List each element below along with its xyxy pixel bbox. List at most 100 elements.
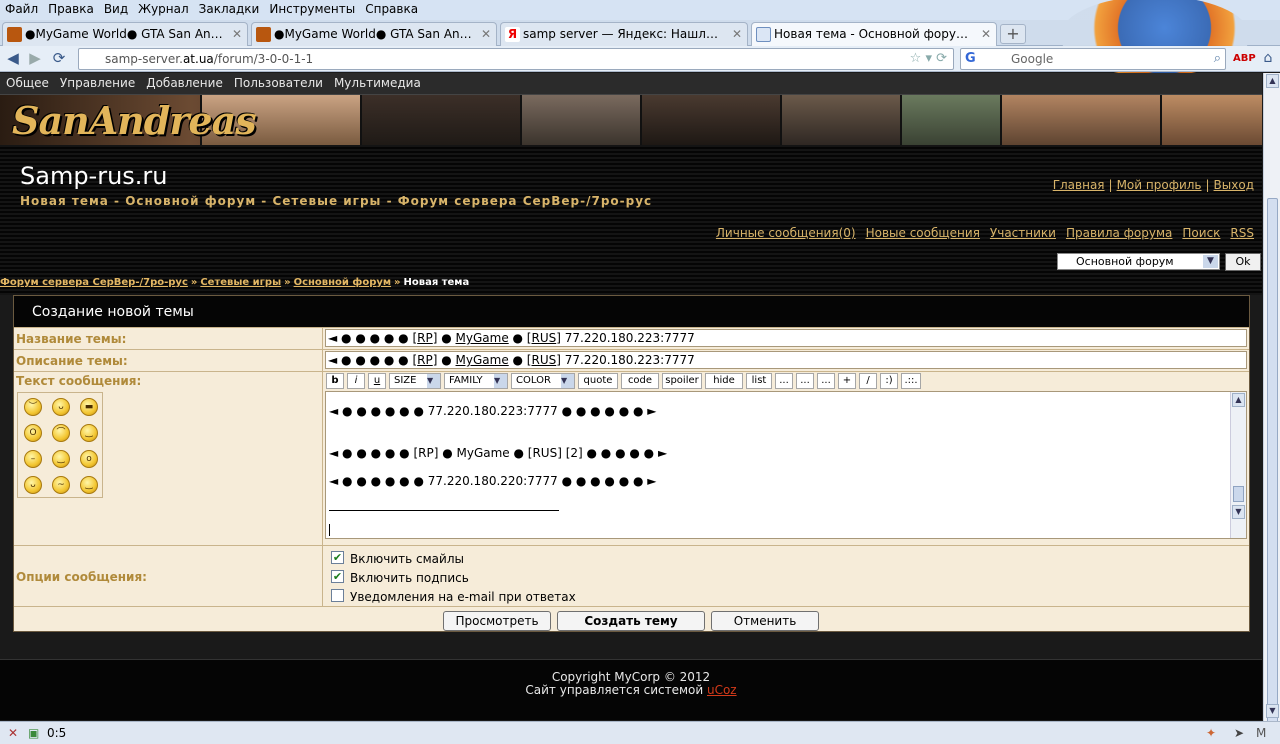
close-tab-icon[interactable]: ✕ [732,27,742,41]
forum-select[interactable]: Основной форум ▼ [1057,253,1220,270]
preview-button[interactable]: Просмотреть [443,611,551,631]
scroll-down-icon[interactable]: ▼ [1266,704,1279,718]
addon-icon[interactable]: ✦ [1206,726,1216,740]
bookmark-star-icon[interactable]: ☆ ▾ ⟳ [910,51,947,66]
search-input[interactable]: G Google ⌕ [960,48,1226,70]
more-button-3[interactable]: ... [817,373,835,389]
slash-button[interactable]: / [859,373,877,389]
more-button-2[interactable]: ... [796,373,814,389]
forum-select-value: Основной форум [1076,255,1174,268]
enable-smiles-checkbox[interactable]: ✔ [331,551,344,564]
site-menu-management[interactable]: Управление [54,73,140,90]
smiley-wink-icon[interactable]: ‿ [80,476,98,494]
topic-title-input[interactable]: ◄ ● ● ● ● ● [RP] ● MyGame ● [RUS] 77.220… [325,329,1247,347]
smiley-unsure-icon[interactable]: ⌒ [52,424,70,442]
quote-button[interactable]: quote [578,373,618,389]
italic-button[interactable]: i [347,373,365,389]
crumb-network-games[interactable]: Сетевые игры [200,277,281,288]
menu-tools[interactable]: Инструменты [264,0,360,16]
crumb-forum-root[interactable]: Форум сервера СерВер-/7ро-рус [0,277,188,288]
list-button[interactable]: list [746,373,772,389]
tab-mygame-2[interactable]: ●MyGame World● GTA San Andreas Multi... … [251,22,497,46]
menu-history[interactable]: Журнал [133,0,194,16]
email-notify-checkbox[interactable] [331,589,344,602]
home-icon[interactable]: ⌂ [1258,49,1278,69]
site-menu-general[interactable]: Общее [0,73,54,90]
create-topic-button[interactable]: Создать тему [557,611,705,631]
extra-button[interactable]: .::. [901,373,921,389]
smiley-surprised-icon[interactable]: o [80,450,98,468]
cursor-icon[interactable]: ➤ [1234,726,1244,740]
close-icon[interactable]: ✕ [8,726,18,740]
close-tab-icon[interactable]: ✕ [981,27,991,41]
message-textarea[interactable]: ◄ ● ● ● ● ● ● 77.220.180.223:7777 ● ● ● … [325,391,1247,539]
reload-stop-icon[interactable]: ⟳ [49,49,69,69]
scroll-down-icon[interactable]: ▼ [1232,505,1245,519]
cancel-button[interactable]: Отменить [711,611,819,631]
site-menu-users[interactable]: Пользователи [228,73,328,90]
tab-title: samp server — Яндекс: Нашлось 3 млн ... [523,27,723,41]
topic-description-input[interactable]: ◄ ● ● ● ● ● [RP] ● MyGame ● [RUS] 77.220… [325,351,1247,369]
tab-mygame-1[interactable]: ●MyGame World● GTA San Andreas Multi... … [2,22,248,46]
smiley-cry-icon[interactable]: ~ [52,476,70,494]
link-members[interactable]: Участники [990,226,1056,240]
mail-icon[interactable]: M [1256,726,1266,740]
crumb-main-forum[interactable]: Основной форум [294,277,391,288]
size-select[interactable]: SIZE ▼ [389,373,441,389]
menu-help[interactable]: Справка [360,0,423,16]
spoiler-button[interactable]: spoiler [662,373,702,389]
menu-file[interactable]: Файл [0,0,43,16]
site-header [0,145,1262,295]
smiley-tongue-icon[interactable]: ᴗ [24,476,42,494]
more-button-1[interactable]: ... [775,373,793,389]
smiley-grin-icon[interactable]: ᴗ [52,398,70,416]
ok-button[interactable]: Ok [1225,253,1261,271]
plus-button[interactable]: + [838,373,856,389]
color-select[interactable]: COLOR ▼ [511,373,575,389]
menu-view[interactable]: Вид [99,0,133,16]
link-rules[interactable]: Правила форума [1066,226,1172,240]
smiley-sad-icon[interactable]: ︶ [24,398,42,416]
adblock-icon[interactable]: ABP [1233,49,1256,69]
link-home[interactable]: Главная [1053,178,1105,192]
menu-edit[interactable]: Правка [43,0,99,16]
url-bar[interactable]: samp-server.at.ua/forum/3-0-0-1-1 ☆ ▾ ⟳ [78,48,954,70]
link-search[interactable]: Поиск [1182,226,1220,240]
hide-button[interactable]: hide [705,373,743,389]
family-select[interactable]: FAMILY ▼ [444,373,508,389]
site-menu-add[interactable]: Добавление [140,73,228,90]
smiley-smile-icon[interactable]: ‿ [52,450,70,468]
code-button[interactable]: code [621,373,659,389]
forward-arrow-icon[interactable]: ▶ [25,49,45,69]
back-arrow-icon[interactable]: ◀ [3,49,23,69]
ucoz-link[interactable]: uCoz [707,683,737,697]
page-scrollbar[interactable]: ▲ ▼ [1263,73,1280,744]
url-domain: at.ua [182,52,214,66]
link-new-messages[interactable]: Новые сообщения [866,226,980,240]
scroll-up-icon[interactable]: ▲ [1266,74,1279,88]
scroll-up-icon[interactable]: ▲ [1232,393,1245,407]
close-tab-icon[interactable]: ✕ [232,27,242,41]
smiley-button[interactable]: :) [880,373,898,389]
new-tab-button[interactable]: + [1000,24,1026,44]
page-scroll-thumb[interactable] [1267,198,1278,744]
textarea-scrollbar[interactable]: ▲ ▼ [1230,392,1246,538]
enable-signature-checkbox[interactable]: ✔ [331,570,344,583]
smiley-confused-icon[interactable]: – [24,450,42,468]
close-tab-icon[interactable]: ✕ [481,27,491,41]
link-private-messages[interactable]: Личные сообщения(0) [716,226,856,240]
underline-button[interactable]: u [368,373,386,389]
magnifier-icon[interactable]: ⌕ [1214,51,1221,66]
link-rss[interactable]: RSS [1230,226,1254,240]
tab-yandex[interactable]: Я samp server — Яндекс: Нашлось 3 млн ..… [500,22,748,46]
smiley-shocked-icon[interactable]: O [24,424,42,442]
menu-bookmarks[interactable]: Закладки [194,0,265,16]
smiley-cool-icon[interactable]: ▬ [80,398,98,416]
bold-button[interactable]: b [326,373,344,389]
link-profile[interactable]: Мой профиль [1117,178,1202,192]
site-menu-multimedia[interactable]: Мультимедиа [328,73,426,90]
smiley-happy-icon[interactable]: ‿ [80,424,98,442]
link-logout[interactable]: Выход [1214,178,1254,192]
scroll-thumb[interactable] [1233,486,1244,502]
tab-new-topic[interactable]: Новая тема - Основной форум - Сетев... ✕ [751,22,997,47]
